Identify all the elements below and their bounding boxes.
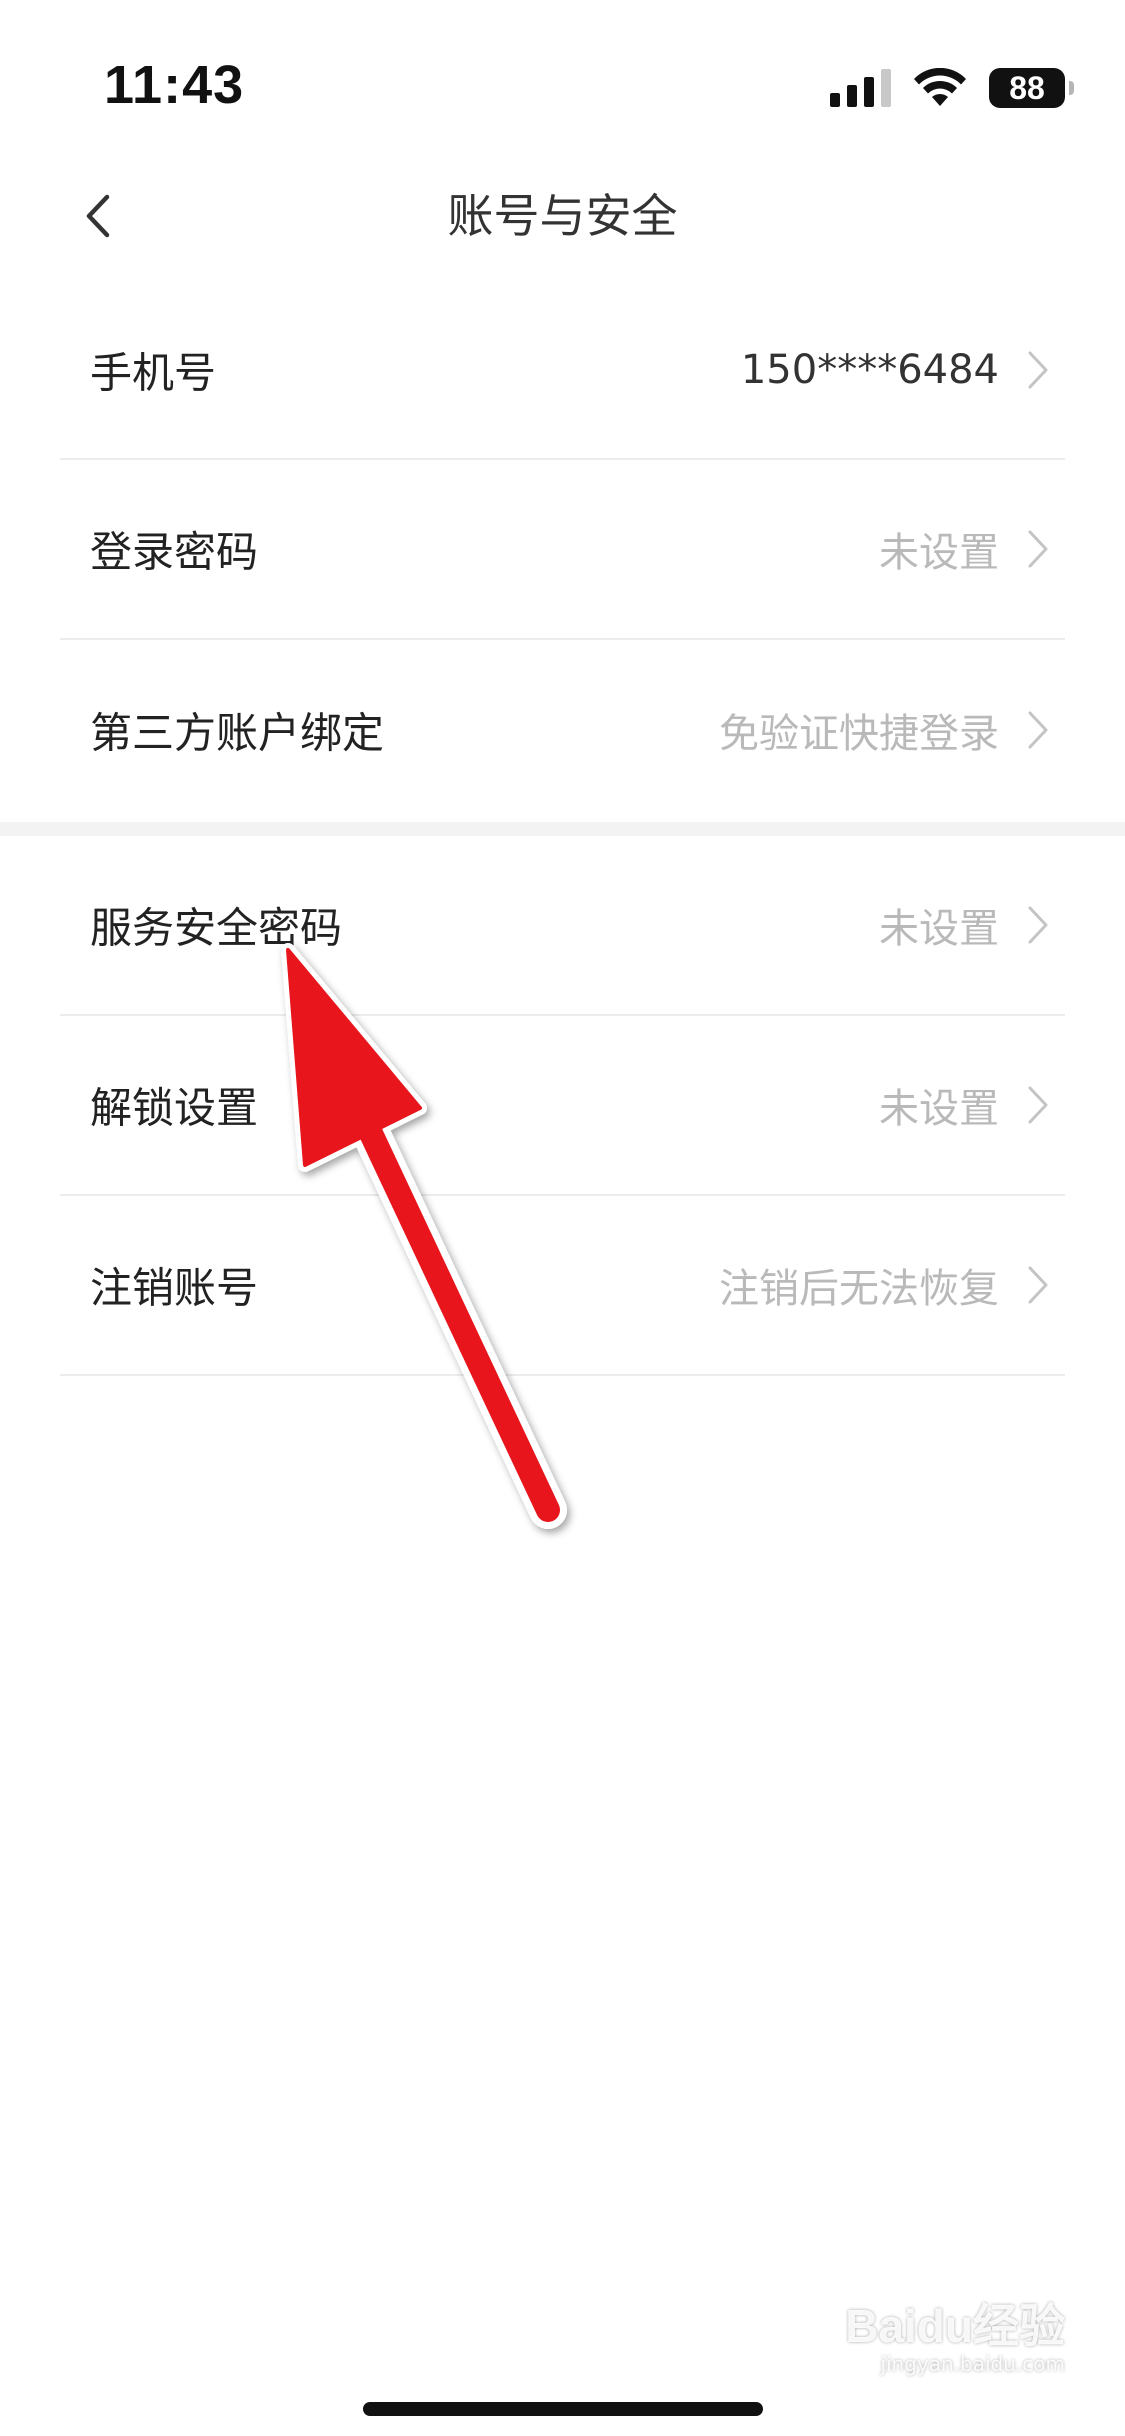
- row-value: 未设置: [879, 1086, 999, 1132]
- row-label: 解锁设置: [90, 1083, 259, 1133]
- chevron-right-icon: [1028, 711, 1048, 749]
- chevron-right-icon: [1028, 530, 1048, 568]
- security-settings-group: 服务安全密码 未设置 解锁设置 未设置 注销账号 注销后无法恢复: [0, 836, 1125, 1376]
- row-value: 免验证快捷登录: [719, 711, 999, 757]
- settings-row-delete-account[interactable]: 注销账号 注销后无法恢复: [60, 1196, 1065, 1376]
- baidu-watermark: Baidu经验 jingyan.baidu.com: [845, 2300, 1065, 2376]
- row-value: 注销后无法恢复: [719, 1266, 999, 1312]
- status-icons: 88: [830, 64, 1074, 112]
- settings-row-phone[interactable]: 手机号 150****6484: [60, 282, 1065, 460]
- watermark-url: jingyan.baidu.com: [880, 2352, 1065, 2376]
- row-value: 未设置: [879, 906, 999, 952]
- status-bar: 11:43 88: [0, 0, 1125, 150]
- account-settings-group: 手机号 150****6484 登录密码 未设置 第三方账户绑定 免验证快捷登录: [0, 282, 1125, 820]
- row-value: 未设置: [879, 530, 999, 576]
- battery-level: 88: [1009, 70, 1045, 106]
- chevron-right-icon: [1028, 351, 1048, 389]
- row-label: 第三方账户绑定: [90, 708, 385, 758]
- home-indicator[interactable]: [363, 2402, 763, 2416]
- watermark-brand: Baidu经验: [845, 2300, 1065, 2352]
- navigation-bar: 账号与安全: [0, 150, 1125, 282]
- row-label: 服务安全密码: [90, 903, 343, 953]
- section-divider: [0, 822, 1125, 836]
- settings-row-service-security-password[interactable]: 服务安全密码 未设置: [60, 836, 1065, 1016]
- chevron-right-icon: [1028, 1266, 1048, 1304]
- cellular-signal-icon: [830, 69, 891, 107]
- battery-icon: 88: [989, 68, 1074, 108]
- chevron-right-icon: [1028, 1086, 1048, 1124]
- chevron-right-icon: [1028, 906, 1048, 944]
- settings-row-third-party-binding[interactable]: 第三方账户绑定 免验证快捷登录: [60, 640, 1065, 820]
- wifi-icon: [914, 68, 966, 106]
- row-label: 注销账号: [90, 1263, 259, 1313]
- settings-row-unlock[interactable]: 解锁设置 未设置: [60, 1016, 1065, 1196]
- status-time: 11:43: [104, 55, 245, 115]
- settings-row-login-password[interactable]: 登录密码 未设置: [60, 460, 1065, 640]
- row-label: 手机号: [90, 348, 217, 398]
- page-title: 账号与安全: [447, 189, 678, 243]
- row-label: 登录密码: [90, 527, 259, 577]
- row-value: 150****6484: [740, 347, 999, 393]
